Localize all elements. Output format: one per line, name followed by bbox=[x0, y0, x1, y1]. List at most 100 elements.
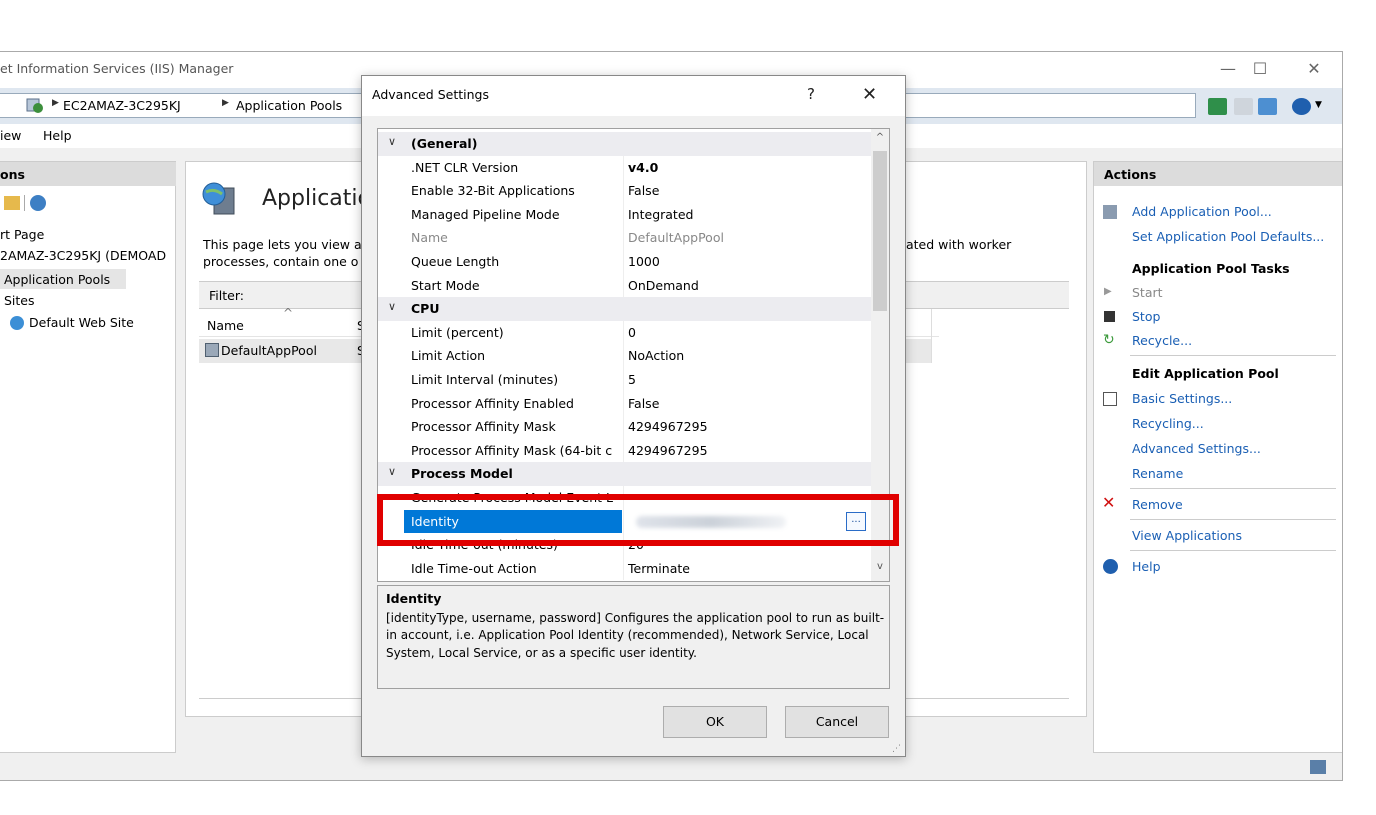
action-recycling[interactable]: Recycling... bbox=[1132, 416, 1204, 431]
property-row[interactable]: Processor Affinity Mask (64-bit c 4294967… bbox=[378, 438, 871, 463]
property-name: .NET CLR Version bbox=[411, 159, 519, 175]
action-start[interactable]: Start bbox=[1132, 285, 1163, 300]
property-row[interactable]: Managed Pipeline Mode Integrated bbox=[378, 202, 871, 227]
column-divider bbox=[623, 438, 624, 463]
minimize-button[interactable]: — bbox=[1215, 58, 1241, 80]
property-name: Idle Time-out Action bbox=[411, 560, 537, 576]
stop-icon bbox=[1104, 311, 1115, 322]
collapse-toggle-icon[interactable]: ∨ bbox=[388, 465, 396, 478]
stop-icon[interactable] bbox=[1234, 98, 1253, 115]
property-row[interactable]: Start Mode OnDemand bbox=[378, 273, 871, 298]
ok-button[interactable]: OK bbox=[663, 706, 767, 738]
description-text: [identityType, username, password] Confi… bbox=[386, 611, 885, 660]
cancel-button[interactable]: Cancel bbox=[785, 706, 889, 738]
action-view-applications[interactable]: View Applications bbox=[1132, 528, 1242, 543]
action-recycle[interactable]: Recycle... bbox=[1132, 333, 1192, 348]
dialog-help-button[interactable]: ? bbox=[807, 85, 815, 103]
crumb-app-pools[interactable]: Application Pools bbox=[236, 98, 342, 113]
property-value[interactable]: NoAction bbox=[628, 348, 684, 363]
action-advanced-settings[interactable]: Advanced Settings... bbox=[1132, 441, 1261, 456]
maximize-button[interactable]: ☐ bbox=[1247, 58, 1273, 80]
property-value[interactable]: False bbox=[628, 396, 659, 411]
server-icon bbox=[26, 98, 43, 113]
recycle-icon: ↻ bbox=[1103, 332, 1115, 348]
scrollbar-thumb[interactable] bbox=[873, 151, 887, 311]
help-icon[interactable] bbox=[1292, 98, 1311, 115]
action-rename[interactable]: Rename bbox=[1132, 466, 1183, 481]
sort-ascending-icon: ^ bbox=[283, 306, 294, 320]
home-icon[interactable] bbox=[1258, 98, 1277, 115]
property-value[interactable]: OnDemand bbox=[628, 278, 699, 293]
refresh-icon[interactable] bbox=[1208, 98, 1227, 115]
property-category[interactable]: ∨ CPU bbox=[378, 297, 871, 321]
property-value[interactable]: Terminate bbox=[628, 561, 690, 576]
tree-item-application-pools[interactable]: Application Pools bbox=[4, 272, 110, 287]
menu-help[interactable]: Help bbox=[43, 128, 72, 143]
close-window-button[interactable]: ✕ bbox=[1301, 58, 1327, 80]
collapse-toggle-icon[interactable]: ∨ bbox=[388, 300, 396, 313]
property-value[interactable]: DefaultAppPool bbox=[628, 230, 724, 245]
action-basic-settings[interactable]: Basic Settings... bbox=[1132, 391, 1232, 406]
property-row[interactable]: Processor Affinity Enabled False bbox=[378, 391, 871, 416]
actions-divider bbox=[1130, 488, 1336, 489]
property-row[interactable]: .NET CLR Version v4.0 bbox=[378, 155, 871, 180]
column-divider bbox=[623, 155, 624, 180]
tree-item-server[interactable]: 2AMAZ-3C295KJ (DEMOAD bbox=[0, 248, 166, 263]
actions-divider bbox=[1130, 550, 1336, 551]
property-name: Name bbox=[411, 230, 448, 246]
window-title: et Information Services (IIS) Manager bbox=[0, 61, 234, 76]
property-value[interactable]: 1000 bbox=[628, 254, 660, 269]
property-row[interactable]: Limit Action NoAction bbox=[378, 344, 871, 368]
property-row[interactable]: Name DefaultAppPool bbox=[378, 226, 871, 250]
property-value[interactable]: 4294967295 bbox=[628, 443, 708, 458]
property-row[interactable]: Idle Time-out Action Terminate bbox=[378, 556, 871, 581]
tree-item-default-web-site[interactable]: Default Web Site bbox=[29, 315, 134, 330]
action-set-defaults[interactable]: Set Application Pool Defaults... bbox=[1132, 229, 1324, 244]
page-description-line1: This page lets you view a bbox=[203, 237, 362, 252]
property-row[interactable]: Limit Interval (minutes) 5 bbox=[378, 368, 871, 392]
property-value[interactable]: v4.0 bbox=[628, 160, 658, 175]
section-app-pool-tasks: Application Pool Tasks bbox=[1132, 261, 1290, 276]
action-add-application-pool[interactable]: Add Application Pool... bbox=[1132, 204, 1272, 219]
actions-divider bbox=[1130, 519, 1336, 520]
property-value[interactable]: 4294967295 bbox=[628, 419, 708, 434]
remove-icon: ✕ bbox=[1102, 493, 1116, 512]
tree-item-sites[interactable]: Sites bbox=[4, 293, 35, 308]
collapse-toggle-icon[interactable]: ∨ bbox=[388, 135, 396, 148]
property-name: Start Mode bbox=[411, 277, 480, 293]
property-value[interactable]: Integrated bbox=[628, 207, 693, 222]
property-name: Limit Action bbox=[411, 348, 486, 364]
property-value[interactable]: False bbox=[628, 183, 659, 198]
column-name-header[interactable]: Name bbox=[207, 318, 244, 333]
property-value[interactable]: 5 bbox=[628, 372, 636, 387]
scroll-down-icon[interactable]: v bbox=[874, 561, 886, 572]
action-stop[interactable]: Stop bbox=[1132, 309, 1160, 324]
property-row[interactable]: Processor Affinity Mask 4294967295 bbox=[378, 415, 871, 439]
property-category[interactable]: ∨ Process Model bbox=[378, 462, 871, 486]
action-remove[interactable]: Remove bbox=[1132, 497, 1183, 512]
property-row[interactable]: Queue Length 1000 bbox=[378, 250, 871, 274]
tree-item-start-page[interactable]: rt Page bbox=[0, 227, 44, 242]
property-value[interactable]: 0 bbox=[628, 325, 636, 340]
advanced-settings-dialog: Advanced Settings ? ✕ ∨ (General) .NET CLR… bbox=[361, 75, 906, 757]
help-icon bbox=[1103, 559, 1118, 574]
column-divider bbox=[623, 344, 624, 368]
action-help[interactable]: Help bbox=[1132, 559, 1161, 574]
filter-label: Filter: bbox=[209, 288, 244, 303]
dialog-title: Advanced Settings bbox=[372, 87, 489, 102]
property-row[interactable]: Limit (percent) 0 bbox=[378, 320, 871, 345]
crumb-server[interactable]: EC2AMAZ-3C295KJ bbox=[63, 98, 181, 113]
row-name-cell: DefaultAppPool bbox=[221, 343, 317, 358]
page-description-tail: ated with worker bbox=[906, 237, 1012, 252]
connect-icon[interactable] bbox=[30, 195, 46, 211]
dialog-close-button[interactable]: ✕ bbox=[862, 84, 877, 105]
resize-grip-icon[interactable]: ⋰ bbox=[892, 744, 901, 754]
column-divider bbox=[623, 391, 624, 416]
folder-icon[interactable] bbox=[4, 196, 20, 210]
globe-icon bbox=[10, 316, 24, 330]
menu-view[interactable]: iew bbox=[0, 128, 21, 143]
chevron-down-icon[interactable]: ▼ bbox=[1315, 100, 1322, 110]
property-row[interactable]: Enable 32-Bit Applications False bbox=[378, 179, 871, 203]
scroll-up-icon[interactable]: ^ bbox=[874, 132, 886, 143]
property-category[interactable]: ∨ (General) bbox=[378, 132, 871, 156]
